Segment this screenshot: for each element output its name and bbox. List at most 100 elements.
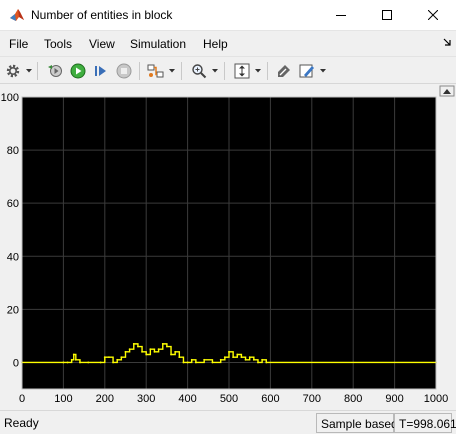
chevron-down-icon bbox=[212, 69, 218, 73]
maximize-button[interactable] bbox=[364, 0, 410, 30]
data-point bbox=[236, 353, 239, 356]
toolbar-divider bbox=[37, 62, 38, 80]
zoom-button[interactable] bbox=[189, 61, 209, 81]
data-point bbox=[240, 356, 243, 359]
stop-button[interactable] bbox=[114, 61, 134, 81]
data-point bbox=[87, 361, 90, 364]
y-tick-label: 0 bbox=[13, 357, 19, 369]
y-tick-label: 100 bbox=[1, 92, 19, 104]
data-point bbox=[194, 361, 197, 364]
signal-selector-icon bbox=[147, 64, 164, 78]
data-point bbox=[248, 356, 251, 359]
y-tick-label: 80 bbox=[7, 145, 19, 157]
menu-overflow-icon[interactable] bbox=[442, 36, 452, 50]
menu-help[interactable]: Help bbox=[203, 37, 228, 51]
data-point bbox=[219, 358, 222, 361]
zoom-dropdown[interactable] bbox=[211, 61, 219, 81]
x-tick-label: 0 bbox=[19, 393, 25, 405]
data-point bbox=[186, 361, 189, 364]
data-point bbox=[116, 358, 119, 361]
settings-button[interactable] bbox=[3, 61, 23, 81]
data-point bbox=[244, 358, 247, 361]
menu-file[interactable]: File bbox=[9, 37, 28, 51]
highlight-icon bbox=[299, 64, 314, 78]
restore-button[interactable] bbox=[45, 61, 65, 81]
data-point bbox=[161, 342, 164, 345]
status-bar: Ready Sample based T=998.061 bbox=[0, 410, 456, 434]
x-tick-label: 100 bbox=[54, 393, 72, 405]
scale-axes-button[interactable] bbox=[232, 61, 252, 81]
x-tick-label: 500 bbox=[220, 393, 238, 405]
y-tick-label: 20 bbox=[7, 304, 19, 316]
scope-display: 0 100 200 300 400 500 600 700 800 900 1000 0 20 40 60 8… bbox=[0, 85, 456, 406]
scope-chart[interactable]: 0 100 200 300 400 500 600 700 800 900 1000 0 20 40 60 8… bbox=[0, 85, 456, 406]
data-point bbox=[112, 361, 114, 364]
minimize-button[interactable] bbox=[318, 0, 364, 30]
toolbar-divider bbox=[139, 62, 140, 80]
sample-mode: Sample based bbox=[316, 413, 398, 433]
menu-bar: File Tools View Simulation Help bbox=[0, 32, 456, 55]
data-point bbox=[232, 356, 235, 359]
data-point bbox=[124, 350, 127, 353]
style-button[interactable] bbox=[274, 61, 294, 81]
close-icon bbox=[428, 10, 438, 20]
scale-axes-icon bbox=[234, 63, 250, 79]
window-title: Number of entities in block bbox=[31, 8, 173, 22]
toolbar-divider bbox=[224, 62, 225, 80]
matlab-logo-icon bbox=[9, 8, 25, 24]
chevron-down-icon bbox=[169, 69, 175, 73]
data-point bbox=[149, 348, 152, 351]
data-point bbox=[72, 353, 75, 356]
x-tick-label: 900 bbox=[385, 393, 403, 405]
data-point bbox=[190, 358, 193, 361]
data-point bbox=[182, 361, 185, 364]
data-point bbox=[153, 350, 156, 353]
data-point bbox=[178, 356, 181, 359]
data-point bbox=[62, 361, 65, 364]
title-bar: Number of entities in block bbox=[0, 0, 456, 31]
data-point bbox=[99, 361, 102, 364]
data-point bbox=[120, 356, 123, 359]
chevron-down-icon bbox=[320, 69, 326, 73]
style-icon bbox=[278, 65, 290, 77]
maximize-icon bbox=[382, 10, 392, 20]
minimize-icon bbox=[336, 15, 346, 16]
menu-view[interactable]: View bbox=[89, 37, 115, 51]
undock-button[interactable] bbox=[439, 85, 455, 97]
toolbar-divider bbox=[267, 62, 268, 80]
x-tick-label: 400 bbox=[178, 393, 196, 405]
data-point bbox=[132, 342, 135, 345]
data-point bbox=[141, 350, 143, 353]
data-point bbox=[157, 348, 160, 351]
close-button[interactable] bbox=[410, 0, 456, 30]
settings-dropdown[interactable] bbox=[25, 61, 33, 81]
data-point bbox=[137, 345, 139, 348]
data-point bbox=[103, 356, 106, 359]
x-tick-label: 1000 bbox=[424, 393, 448, 405]
run-icon bbox=[70, 63, 86, 79]
x-tick-label: 200 bbox=[96, 393, 114, 405]
gear-icon bbox=[6, 64, 20, 78]
menu-simulation[interactable]: Simulation bbox=[130, 37, 186, 51]
chevron-down-icon bbox=[255, 69, 261, 73]
scale-axes-dropdown[interactable] bbox=[254, 61, 262, 81]
signal-selector-dropdown[interactable] bbox=[168, 61, 176, 81]
menu-tools[interactable]: Tools bbox=[44, 37, 72, 51]
data-point bbox=[211, 361, 214, 364]
status-text: Ready bbox=[4, 416, 39, 430]
toolbar bbox=[0, 56, 456, 84]
data-point bbox=[203, 358, 206, 361]
data-point bbox=[74, 358, 77, 361]
step-forward-icon bbox=[95, 66, 106, 76]
simulation-time: T=998.061 bbox=[394, 413, 456, 433]
run-button[interactable] bbox=[68, 61, 88, 81]
y-tick-label: 60 bbox=[7, 198, 19, 210]
step-forward-button[interactable] bbox=[91, 61, 111, 81]
highlight-button[interactable] bbox=[297, 61, 317, 81]
stop-icon bbox=[116, 63, 132, 79]
data-point bbox=[79, 361, 81, 364]
toolbar-divider bbox=[181, 62, 182, 80]
signal-selector-button[interactable] bbox=[146, 61, 166, 81]
highlight-dropdown[interactable] bbox=[319, 61, 327, 81]
x-tick-label: 300 bbox=[137, 393, 155, 405]
